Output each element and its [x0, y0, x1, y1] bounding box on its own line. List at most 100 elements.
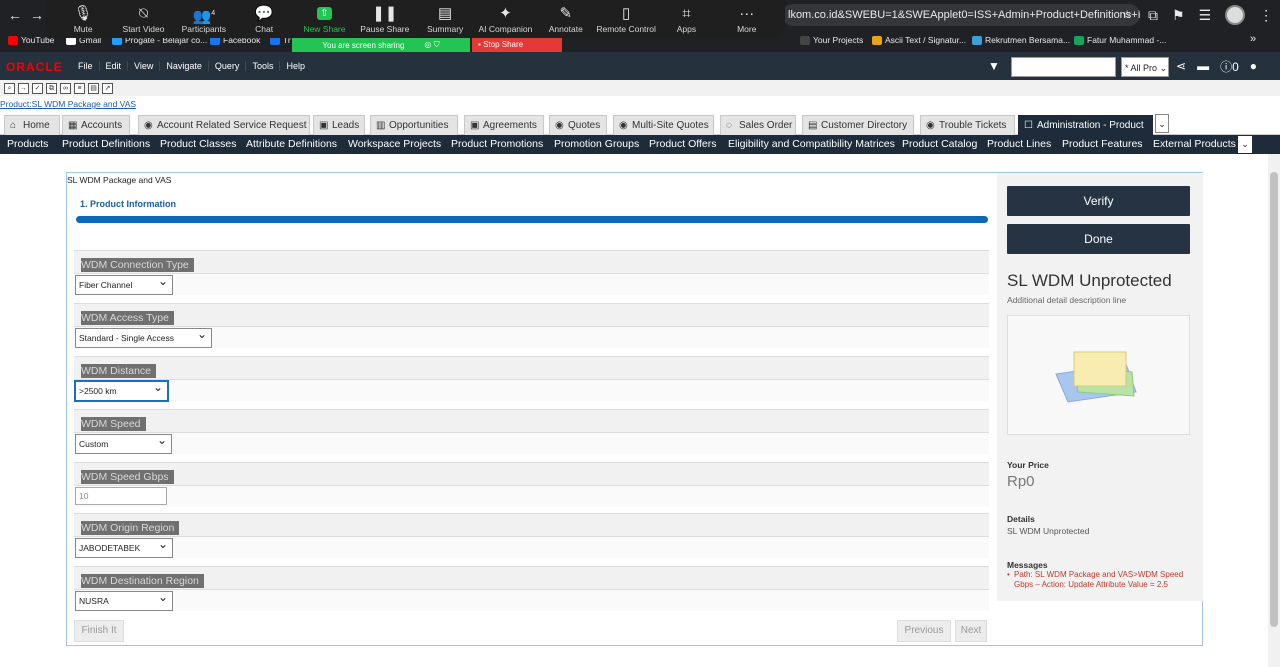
save-icon[interactable]: ✓ [32, 82, 43, 94]
trouble-tickets-icon: ◉ [926, 120, 935, 131]
global-search-input[interactable] [1011, 57, 1116, 77]
menu-navigate[interactable]: Navigate [159, 61, 208, 71]
wdm-origin-region-select[interactable]: JABODETABEK [75, 535, 173, 558]
forward-arrow-icon[interactable]: → [30, 7, 44, 23]
subnav-product-offers[interactable]: Product Offers [649, 135, 717, 154]
link-icon[interactable]: ∞ [60, 82, 71, 94]
subnav-product-catalog[interactable]: Product Catalog [902, 135, 977, 154]
menu-file[interactable]: File [72, 61, 99, 71]
step-product-information[interactable]: 1. Product Information [80, 199, 176, 209]
tab-accounts[interactable]: ▦ Accounts [62, 115, 130, 135]
new-share-icon: ⇧ [316, 7, 332, 20]
next-button[interactable]: Next [955, 620, 987, 642]
done-button[interactable]: Done [1007, 224, 1190, 254]
subnav-attribute-definitions[interactable]: Attribute Definitions [246, 135, 337, 154]
copy-icon[interactable]: ⧉ [46, 82, 57, 94]
tab-opportunities[interactable]: ▥ Opportunities [370, 115, 458, 135]
tab-leads[interactable]: ▣ Leads [313, 115, 365, 135]
menu-help[interactable]: Help [279, 61, 311, 71]
tab-account-related-service-request[interactable]: ◉ Account Related Service Request [138, 115, 310, 135]
subnav-product-lines[interactable]: Product Lines [987, 135, 1051, 154]
menu-query[interactable]: Query [207, 61, 246, 71]
product-description: Additional detail description line [1007, 295, 1127, 305]
zoom-pause-share-button[interactable]: ❚❚ Pause Share [355, 4, 415, 34]
subnav-eligibility-matrices[interactable]: Eligibility and Compatibility Matrices [728, 135, 895, 154]
user-icon[interactable]: ● [1250, 59, 1257, 73]
go-icon[interactable]: → [18, 82, 29, 94]
zoom-chat-button[interactable]: 💬 Chat [234, 4, 294, 34]
more-subnav-dropdown[interactable]: ⌄ [1238, 136, 1252, 153]
wdm-access-type-select[interactable]: Standard - Single Access [75, 325, 212, 348]
tab-administration-product[interactable]: ☐ Administration - Product [1018, 115, 1153, 135]
tab-sales-order[interactable]: ◌ Sales Order [720, 115, 796, 135]
query-icon[interactable]: ⌕ [4, 82, 15, 94]
bookmark-ascii[interactable]: Ascii Text / Signatur... [872, 35, 966, 46]
finish-it-button[interactable]: Finish It [74, 620, 124, 642]
attribute-label: WDM Connection Type [81, 258, 194, 272]
tab-quotes[interactable]: ◉ Quotes [549, 115, 607, 135]
wdm-connection-type-select[interactable]: Fiber Channel [75, 272, 173, 295]
caret-down-icon[interactable]: ▼ [988, 59, 1000, 73]
subnav-product-features[interactable]: Product Features [1062, 135, 1143, 154]
zoom-summary-button[interactable]: ▤ Summary [415, 4, 475, 34]
subnav-product-definitions[interactable]: Product Definitions [62, 135, 150, 154]
notifications-icon[interactable]: ⓘ0 [1220, 58, 1239, 75]
share-icon[interactable]: ⋖ [1176, 59, 1186, 73]
menu-view[interactable]: View [127, 61, 159, 71]
bookmark-fatur[interactable]: Fatur Muhammad -... [1074, 35, 1166, 46]
back-arrow-icon[interactable]: ← [8, 7, 22, 23]
media-icon[interactable]: ⚑ [1172, 7, 1185, 24]
bookmark-rekrutmen[interactable]: Rekrutmen Bersama... [972, 35, 1070, 46]
zoom-more-button[interactable]: ··· More [717, 4, 777, 34]
verify-button[interactable]: Verify [1007, 186, 1190, 216]
tab-customer-directory[interactable]: ▤ Customer Directory [802, 115, 914, 135]
wdm-speed-gbps-input[interactable]: 10 [75, 487, 167, 505]
bookmark-star-icon[interactable]: ☆ [1122, 4, 1132, 26]
tab-multi-site-quotes[interactable]: ◉ Multi-Site Quotes [613, 115, 714, 135]
more-tabs-dropdown[interactable]: ⌄ [1155, 114, 1169, 133]
tab-home[interactable]: ⌂ Home [4, 115, 60, 135]
header-icons: ⋖ ▬ ⓘ0 ● [1176, 52, 1257, 80]
subnav-product-promotions[interactable]: Product Promotions [451, 135, 543, 154]
profile-avatar[interactable] [1225, 5, 1246, 25]
reading-list-icon[interactable]: ☰ [1199, 7, 1212, 24]
tab-agreements[interactable]: ▣ Agreements [464, 115, 544, 135]
menu-edit[interactable]: Edit [98, 61, 128, 71]
report-icon[interactable]: ▤ [88, 82, 99, 94]
zoom-annotate-button[interactable]: ✎ Annotate [536, 4, 596, 34]
zoom-start-video-button[interactable]: ⍉ Start Video [113, 4, 173, 34]
extensions-icon[interactable]: ⧉ [1148, 7, 1158, 24]
search-scope-select[interactable]: * All Pro ⌄ [1121, 57, 1169, 77]
subnav-workspace-projects[interactable]: Workspace Projects [348, 135, 441, 154]
chat-bubble-icon[interactable]: ▬ [1197, 59, 1209, 73]
subnav-promotion-groups[interactable]: Promotion Groups [554, 135, 639, 154]
tab-trouble-tickets[interactable]: ◉ Trouble Tickets [920, 115, 1015, 135]
menu-tools[interactable]: Tools [245, 61, 279, 71]
opportunities-icon: ▥ [376, 120, 386, 131]
zoom-mute-button[interactable]: 🎙 Mute [53, 4, 113, 34]
page-scrollbar[interactable] [1268, 154, 1280, 667]
list-icon[interactable]: ≡ [74, 82, 85, 94]
service-request-icon: ◉ [144, 120, 153, 131]
bookmark-your-projects[interactable]: Your Projects [800, 35, 863, 46]
chrome-menu-icon[interactable]: ⋮ [1259, 7, 1273, 24]
scrollbar-thumb[interactable] [1270, 172, 1278, 627]
zoom-new-share-button[interactable]: ⇧ New Share [294, 4, 354, 34]
address-bar[interactable]: lkom.co.id&SWEBU=1&SWEApplet0=ISS+Admin+… [782, 4, 1140, 26]
previous-button[interactable]: Previous [897, 620, 951, 642]
zoom-participants-button[interactable]: 👥4 Participants [174, 4, 234, 34]
bookmarks-overflow-icon[interactable]: » [1250, 33, 1256, 45]
subnav-product-classes[interactable]: Product Classes [160, 135, 236, 154]
wdm-speed-select[interactable]: Custom [75, 431, 172, 454]
zoom-ai-companion-button[interactable]: ✦ AI Companion [475, 4, 535, 34]
zoom-remote-control-button[interactable]: ▯ Remote Control [596, 4, 656, 34]
chart-icon[interactable]: ↗ [102, 82, 113, 94]
zoom-apps-button[interactable]: ⌗ Apps [656, 4, 716, 34]
subnav-products[interactable]: Products [7, 135, 48, 154]
breadcrumb[interactable]: Product:SL WDM Package and VAS [0, 99, 136, 109]
wdm-destination-region-select[interactable]: NUSRA [75, 588, 173, 611]
mic-icon: 🎙 [73, 5, 93, 22]
stop-share-button[interactable]: ▪ Stop Share [472, 38, 562, 52]
wdm-distance-select[interactable]: >2500 km [75, 378, 168, 401]
subnav-external-products[interactable]: External Products [1153, 135, 1236, 154]
